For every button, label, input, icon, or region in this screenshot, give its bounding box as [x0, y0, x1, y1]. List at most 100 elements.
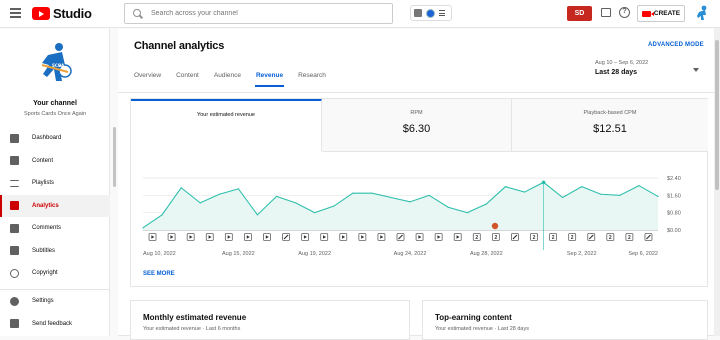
data-point: [466, 212, 468, 214]
basketball-cursor-icon: [491, 222, 499, 230]
globe-icon[interactable]: [426, 8, 435, 18]
date-range-picker[interactable]: Aug 10 – Sep 6, 2022 Last 28 days: [595, 60, 703, 76]
message-icon[interactable]: [601, 8, 611, 17]
see-more-link[interactable]: SEE MORE: [143, 271, 175, 277]
camera-icon: [641, 10, 654, 17]
data-point: [352, 192, 354, 194]
account-avatar-icon[interactable]: [693, 4, 711, 22]
sidebar-item-playlists[interactable]: Playlists: [0, 172, 110, 195]
marker-count: 2: [533, 235, 536, 241]
feedback-icon: [10, 319, 19, 329]
chart-area: [143, 182, 658, 230]
tabs-divider: [118, 92, 720, 93]
search-bar[interactable]: [124, 3, 393, 24]
sidebar-item-analytics[interactable]: Analytics: [0, 194, 110, 217]
browser-extension-group[interactable]: [410, 5, 452, 21]
x-tick-label: Sep 2, 2022: [567, 251, 597, 257]
sidebar-item-copyright[interactable]: Copyright: [0, 262, 110, 285]
metric-estimated-revenue[interactable]: Your estimated revenue: [131, 99, 322, 151]
sidebar-item-content[interactable]: Content: [0, 150, 110, 173]
comments-icon: [10, 223, 19, 233]
tab-content[interactable]: Content: [176, 72, 199, 87]
data-point: [256, 214, 259, 216]
x-tick-label: Sep 6, 2022: [628, 251, 658, 257]
sidebar-scrollbar[interactable]: [113, 127, 116, 187]
data-point: [390, 196, 392, 199]
card-caption: Your estimated revenue · Last 6 months: [143, 326, 241, 332]
create-label: CREATE: [653, 10, 681, 17]
studio-logo[interactable]: Studio: [32, 6, 92, 21]
sidebar-item-send-feedback[interactable]: Send feedback: [0, 313, 110, 336]
metric-rpm[interactable]: RPM $6.30: [322, 99, 512, 151]
data-point: [180, 187, 182, 189]
data-point: [294, 202, 297, 204]
data-point: [657, 195, 659, 198]
sidebar-item-subtitles[interactable]: Subtitles: [0, 240, 110, 263]
marker-count: 2: [552, 235, 555, 241]
data-point: [275, 195, 278, 198]
search-icon[interactable]: [133, 8, 143, 19]
card-title: Top-earning content: [435, 313, 512, 322]
date-range-text: Aug 10 – Sep 6, 2022: [595, 60, 649, 66]
help-icon[interactable]: ?: [619, 7, 630, 18]
analytics-tabs: Overview Content Audience Revenue Resear…: [134, 72, 341, 87]
x-tick-label: Aug 15, 2022: [222, 251, 255, 257]
copyright-icon: [10, 268, 19, 278]
data-point: [523, 191, 526, 193]
data-point: [638, 184, 640, 187]
extension-badge[interactable]: SD: [567, 6, 592, 21]
card-caption: Your estimated revenue · Last 28 days: [435, 326, 529, 332]
sidebar-item-settings[interactable]: Settings: [0, 290, 110, 313]
sidebar-item-dashboard[interactable]: Dashboard: [0, 127, 110, 150]
your-channel-label: Your channel: [33, 100, 77, 107]
channel-avatar[interactable]: SCOA: [32, 41, 76, 85]
data-point: [581, 186, 583, 188]
tab-audience[interactable]: Audience: [214, 72, 241, 87]
data-point: [218, 193, 220, 195]
tab-revenue[interactable]: Revenue: [254, 72, 285, 87]
data-point: [237, 188, 239, 190]
data-point: [199, 202, 201, 204]
data-point: [142, 227, 144, 229]
top-earning-card: Top-earning content Your estimated reven…: [422, 300, 708, 340]
youtube-play-icon: [32, 7, 50, 20]
menu-icon[interactable]: [10, 8, 21, 18]
revenue-card: Your estimated revenue RPM $6.30 Playbac…: [130, 98, 708, 287]
data-point: [428, 194, 430, 196]
sidebar-nav: Dashboard Content Playlists Analytics Co…: [0, 127, 110, 285]
data-point: [161, 214, 163, 216]
x-tick-label: Aug 24, 2022: [394, 251, 427, 257]
revenue-chart[interactable]: $2.40 $1.60 $0.80 $0.00 2 2 2 2 2 2 2 Aug 10, 2022 A…: [131, 159, 707, 267]
metric-playback-cpm[interactable]: Playback-based CPM $12.51: [512, 99, 708, 151]
tab-overview[interactable]: Overview: [134, 72, 161, 87]
tab-research[interactable]: Research: [298, 72, 326, 87]
dropdown-arrow-icon: [693, 68, 699, 72]
marker-count: 2: [609, 235, 612, 241]
x-tick-label: Aug 19, 2022: [298, 251, 331, 257]
data-point: [314, 212, 316, 214]
metric-divider: [322, 151, 708, 152]
marker-count: 2: [628, 235, 631, 241]
list-icon[interactable]: [439, 10, 445, 16]
metric-value: $6.30: [402, 123, 431, 135]
data-point: [333, 205, 335, 207]
x-tick-label: Aug 28, 2022: [470, 251, 503, 257]
dashboard-icon: [10, 133, 19, 143]
create-button[interactable]: CREATE: [637, 5, 685, 22]
marker-count: 2: [571, 235, 574, 241]
data-point: [600, 193, 602, 195]
sidebar: SCOA Your channel Sports Cards Once Agai…: [0, 29, 110, 336]
page-title: Channel analytics: [134, 40, 225, 52]
extension-icon[interactable]: [414, 9, 422, 17]
top-bar: Studio SD ? CREATE: [0, 0, 720, 28]
search-input[interactable]: [151, 10, 371, 17]
sidebar-item-comments[interactable]: Comments: [0, 217, 110, 240]
advanced-mode-link[interactable]: ADVANCED MODE: [648, 42, 704, 48]
logo-text: Studio: [53, 6, 92, 21]
metric-label: Playback-based CPM: [583, 110, 637, 116]
monthly-revenue-card: Monthly estimated revenue Your estimated…: [130, 300, 410, 340]
data-point: [409, 201, 411, 203]
metric-value: $12.51: [593, 123, 627, 135]
main-scrollbar[interactable]: [714, 28, 720, 336]
metric-label: Your estimated revenue: [197, 112, 255, 118]
